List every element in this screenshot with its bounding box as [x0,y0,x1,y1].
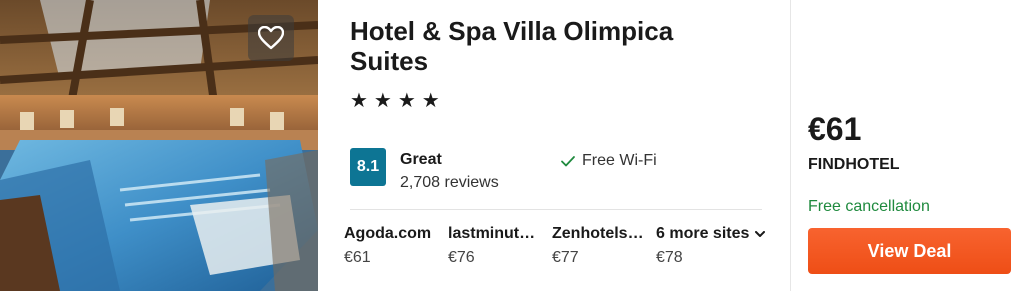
site-name: Zenhotels.com [552,225,648,242]
site-offer-agoda[interactable]: Agoda.com €61 [344,224,440,268]
view-deal-button[interactable]: View Deal [808,228,1011,274]
heart-outline-icon [258,26,284,50]
rating-label: Great [400,151,442,168]
other-sites-list: Agoda.com €61 lastminute.com €76 Zenhote… [344,224,784,274]
free-cancellation-label: Free cancellation [808,198,930,215]
divider [350,209,762,210]
check-icon [561,156,575,167]
site-name: Agoda.com [344,225,432,242]
site-price: €77 [552,249,579,266]
hotel-photo[interactable] [0,0,318,291]
favorite-button[interactable] [248,15,294,61]
site-offer-zenhotels[interactable]: Zenhotels.com €77 [552,224,648,268]
more-sites-dropdown[interactable]: 6 more sites €78 [656,224,784,268]
best-deal: €61 FINDHOTEL Free cancellation View Dea… [808,0,1018,291]
star-rating: ★★★★ [350,90,446,112]
site-offer-lastminute[interactable]: lastminute.com €76 [448,224,544,268]
review-count[interactable]: 2,708 reviews [400,174,499,192]
more-sites-price: €78 [656,249,683,266]
amenity-wifi: Free Wi-Fi [560,152,657,170]
hotel-result-card: Hotel & Spa Villa Olimpica Suites ★★★★ 8… [0,0,1024,291]
deal-provider: FINDHOTEL [808,156,900,173]
amenity-label: Free Wi-Fi [582,152,657,169]
rating-score-badge: 8.1 [350,148,386,186]
site-price: €61 [344,249,371,266]
hotel-info: Hotel & Spa Villa Olimpica Suites ★★★★ 8… [344,0,766,291]
site-price: €76 [448,249,475,266]
more-sites-label: 6 more sites [656,225,750,242]
column-divider [790,0,791,291]
hotel-name[interactable]: Hotel & Spa Villa Olimpica Suites [350,16,750,76]
site-name: lastminute.com [448,225,544,242]
chevron-down-icon [755,230,766,237]
deal-price: €61 [808,111,862,147]
